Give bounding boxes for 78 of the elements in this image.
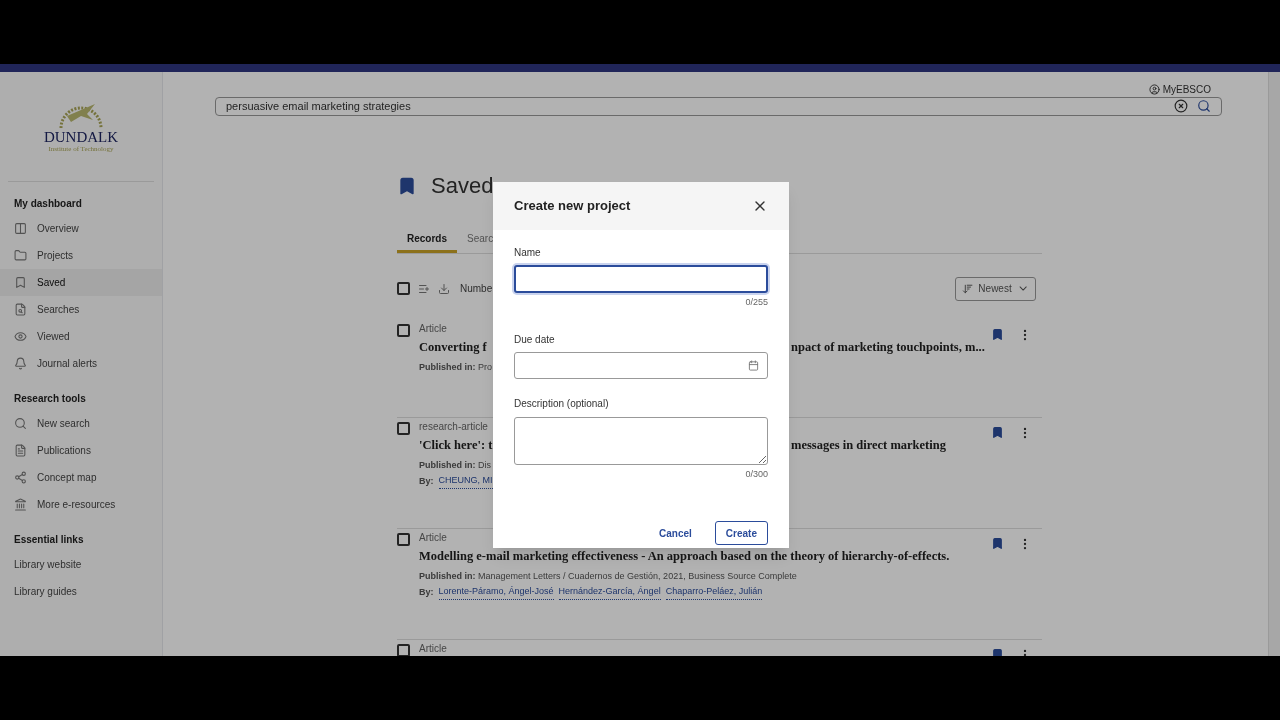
search-icon <box>14 417 27 430</box>
author-link[interactable]: CHEUNG, MI <box>438 474 493 489</box>
sidebar-item[interactable]: New search <box>0 410 162 437</box>
user-icon <box>1148 84 1160 95</box>
bookmark-icon[interactable] <box>991 327 1004 341</box>
record-type: Article <box>419 321 447 335</box>
bookmark-icon[interactable] <box>991 425 1004 439</box>
record-type: research-article <box>419 419 488 433</box>
bookmark-icon <box>397 175 417 196</box>
clear-icon[interactable] <box>1174 99 1188 114</box>
description-input-field[interactable] <box>514 416 768 465</box>
record-title[interactable]: Modelling e-mail marketing effectiveness - An approach based on the theory of hierarchy-of-effects. <box>419 547 950 566</box>
bell-icon <box>14 357 27 370</box>
checkbox[interactable] <box>397 323 410 337</box>
logo-name: DUNDALK <box>43 130 119 145</box>
character-counter: 0/300 <box>745 467 768 481</box>
columns-icon <box>14 222 27 235</box>
record-title[interactable]: messages in direct marketing <box>791 436 946 455</box>
sidebar-item[interactable]: Library guides <box>0 578 162 605</box>
search-icon[interactable] <box>1197 99 1211 114</box>
bookmark-icon[interactable] <box>991 536 1004 550</box>
sidebar-item[interactable]: Publications <box>0 437 162 464</box>
publication-info: Published in: Dis <box>419 458 491 472</box>
name-input-field[interactable] <box>514 265 768 293</box>
search-field[interactable]: persuasive email marketing strategies <box>215 97 1222 116</box>
field-label: Due date <box>514 332 556 347</box>
author-label: By: <box>419 585 434 599</box>
sidebar-item[interactable]: Saved <box>0 269 162 296</box>
add-to-list-icon[interactable] <box>418 282 430 295</box>
publication-info: Published in: Management Letters / Cuadernos de Gestión, 2021, Business Source Complete <box>419 569 797 583</box>
author-label: By: <box>419 474 434 488</box>
record-type: Article <box>419 641 447 655</box>
field-label: Description (optional) <box>514 396 610 411</box>
eye-icon <box>14 330 27 343</box>
checkbox[interactable] <box>397 421 410 435</box>
checkbox[interactable] <box>397 643 410 656</box>
record-type: Article <box>419 530 447 544</box>
section-heading: My dashboard <box>13 197 83 211</box>
page-title: Saved <box>431 172 494 200</box>
author-link[interactable]: Hernández-García, Ángel <box>558 585 661 600</box>
dialog-title: Create new project <box>514 197 631 216</box>
record-title[interactable]: 'Click here': t <box>419 438 493 453</box>
checkbox[interactable] <box>397 282 410 295</box>
account-link[interactable]: MyEBSCO <box>1148 82 1211 97</box>
section-heading: Research tools <box>13 392 87 406</box>
checkbox[interactable] <box>397 532 410 546</box>
sidebar-item[interactable]: More e-resources <box>0 491 162 518</box>
sort-dropdown[interactable]: Newest <box>955 276 1036 301</box>
sidebar-item[interactable]: Projects <box>0 242 162 269</box>
bookmark-icon <box>14 276 27 289</box>
record-title[interactable]: Converting f <box>419 340 487 355</box>
sidebar-item[interactable]: Journal alerts <box>0 350 162 377</box>
record-title[interactable]: npact of marketing touchpoints, m... <box>791 338 985 357</box>
publication-info: Published in: Pro <box>419 360 493 374</box>
building-icon <box>14 498 27 511</box>
sidebar-item[interactable]: Searches <box>0 296 162 323</box>
download-icon[interactable] <box>438 282 450 295</box>
section-heading: Essential links <box>13 533 85 547</box>
sidebar-item[interactable]: Library website <box>0 551 162 578</box>
sort-icon <box>962 282 974 295</box>
folder-icon <box>14 249 27 262</box>
author-link[interactable]: Lorente-Páramo, Ángel-José <box>438 585 554 600</box>
author-link[interactable]: Chaparro-Peláez, Julián <box>665 585 763 600</box>
document-icon <box>14 444 27 457</box>
sidebar-item[interactable]: Concept map <box>0 464 162 491</box>
tab[interactable]: Records <box>397 225 457 253</box>
create-button[interactable]: Create <box>714 521 768 545</box>
character-counter: 0/255 <box>745 296 768 309</box>
network-icon <box>14 471 27 484</box>
sidebar-item[interactable]: Viewed <box>0 323 162 350</box>
scrollbar[interactable] <box>1268 72 1280 656</box>
file-search-icon <box>14 303 27 316</box>
field-label: Name <box>514 246 542 260</box>
cancel-button[interactable]: Cancel <box>649 521 702 545</box>
calendar-icon[interactable] <box>748 359 759 371</box>
sidebar-item[interactable]: Overview <box>0 215 162 242</box>
toolbar-label: Numbe <box>460 282 493 296</box>
date-input-field[interactable] <box>514 351 768 379</box>
